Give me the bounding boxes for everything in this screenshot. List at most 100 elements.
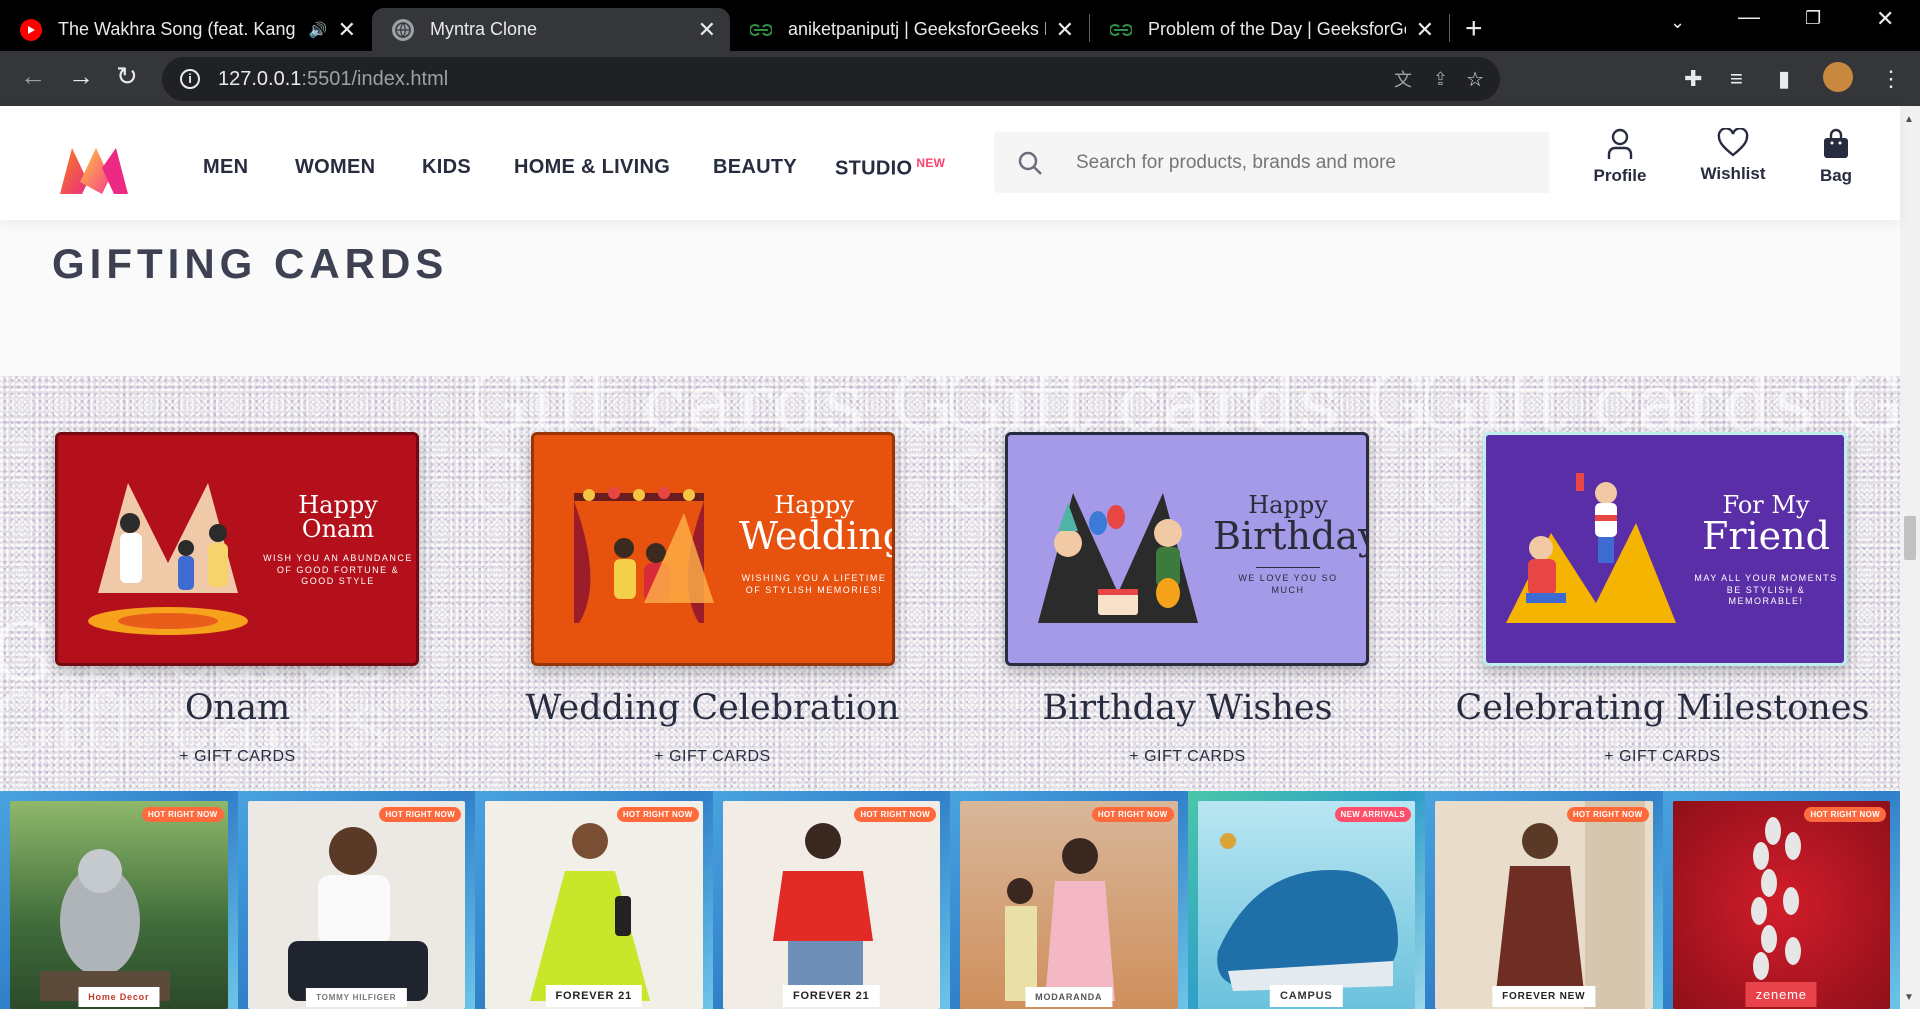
card-tagline: WISH YOU AN ABUNDANCE OF GOOD FORTUNE & … <box>263 553 413 587</box>
scroll-down-arrow-icon[interactable]: ▼ <box>1904 992 1914 1003</box>
glitter-watermark: G <box>1425 436 1479 529</box>
gift-card-tile-onam[interactable]: Gift cards Gift cards Happy Onam WISH YO… <box>0 376 475 791</box>
bag-button[interactable]: Bag <box>1791 128 1881 186</box>
nav-beauty[interactable]: BEAUTY <box>713 156 797 179</box>
page-scrollbar[interactable]: ▲ ▼ <box>1900 106 1920 1009</box>
product-image <box>485 801 703 1009</box>
nav-men[interactable]: MEN <box>203 156 248 179</box>
url-path: :5501/index.html <box>301 67 449 90</box>
avatar[interactable] <box>1823 62 1853 92</box>
close-tab-icon[interactable]: ✕ <box>1056 17 1074 43</box>
tab-title: Myntra Clone <box>430 19 538 39</box>
search-input[interactable] <box>1066 132 1549 193</box>
card-greeting: Happy Wedding <box>739 493 895 558</box>
gift-card-title: Onam <box>184 688 291 728</box>
gift-card-subtitle: + GIFT CARDS <box>1604 748 1721 765</box>
nav-women[interactable]: WOMEN <box>295 156 375 179</box>
product-badge: HOT RIGHT NOW <box>141 807 224 822</box>
brand-label: Home Decor <box>78 987 160 1007</box>
tab-separator <box>1449 14 1450 42</box>
gift-card-subtitle: + GIFT CARDS <box>654 748 771 765</box>
profile-icon <box>1607 128 1633 159</box>
card-greeting: Happy Onam <box>263 493 413 541</box>
card-divider <box>1256 567 1320 568</box>
browser-toolbar: ← → ↻ i 127.0.0.1:5501/index.html 文 ⇪ ☆ … <box>0 51 1920 106</box>
gift-cards-row: Gift cards Gift cards Happy Onam WISH YO… <box>0 376 1900 791</box>
new-tab-button[interactable]: + <box>1465 12 1483 46</box>
share-icon[interactable]: ⇪ <box>1433 69 1448 90</box>
back-arrow-icon[interactable]: ← <box>20 61 46 92</box>
product-tile[interactable]: HOT RIGHT NOW TOMMY HILFIGER <box>237 791 475 1009</box>
address-bar[interactable]: i 127.0.0.1:5501/index.html 文 ⇪ ☆ <box>162 57 1500 101</box>
minimize-button[interactable]: — <box>1738 4 1760 30</box>
gift-card-subtitle: + GIFT CARDS <box>1129 748 1246 765</box>
product-image <box>247 801 465 1009</box>
tab-title: aniketpaniputj | GeeksforGeeks P <box>788 19 1046 39</box>
nav-studio[interactable]: STUDIO NEW <box>835 156 945 181</box>
browser-tab-myntra[interactable]: Myntra Clone ✕ <box>372 8 730 51</box>
glitter-watermark: G <box>950 436 1004 529</box>
product-tile[interactable]: HOT RIGHT NOW FOREVER NEW <box>1425 791 1663 1009</box>
tab-search-icon[interactable]: ⌄ <box>1670 12 1685 33</box>
bag-label: Bag <box>1819 166 1853 185</box>
gift-card-title: Birthday Wishes <box>1042 688 1333 728</box>
close-tab-icon[interactable]: ✕ <box>338 17 356 43</box>
brand-label: FOREVER 21 <box>783 985 880 1007</box>
friends-illustration <box>1506 473 1676 623</box>
gift-card-tile-wedding[interactable]: Gift cards G G Happy Wedding WISHING YOU … <box>475 376 950 791</box>
myntra-logo[interactable] <box>58 144 130 196</box>
product-badge: HOT RIGHT NOW <box>616 807 699 822</box>
card-tagline: MAY ALL YOUR MOMENTS BE STYLISH & MEMORA… <box>1694 573 1838 607</box>
brand-label: FOREVER NEW <box>1492 986 1596 1007</box>
product-tile[interactable]: HOT RIGHT NOW FOREVER 21 <box>712 791 950 1009</box>
site-header: MEN WOMEN KIDS HOME & LIVING BEAUTY STUD… <box>0 106 1900 220</box>
card-greeting-line2: Birthday <box>1213 514 1369 558</box>
translate-icon[interactable]: 文 <box>1394 66 1412 92</box>
heart-icon <box>1717 128 1749 157</box>
brand-label: zeneme <box>1745 982 1817 1007</box>
gift-card-image: Happy Birthday WE LOVE YOU SO MUCH <box>1005 432 1369 666</box>
wishlist-button[interactable]: Wishlist <box>1688 128 1778 184</box>
reload-icon[interactable]: ↻ <box>116 61 138 92</box>
gift-card-tile-birthday[interactable]: Gift cards G G Happy Birthday WE LOVE YOU… <box>950 376 1425 791</box>
bookmark-star-icon[interactable]: ☆ <box>1466 67 1484 92</box>
new-badge: NEW <box>916 156 946 170</box>
card-greeting-line1: Happy Onam <box>298 491 378 543</box>
wedding-illustration <box>574 487 714 623</box>
product-badge: HOT RIGHT NOW <box>1804 807 1886 822</box>
product-tile[interactable]: HOT RIGHT NOW zeneme <box>1662 791 1900 1009</box>
side-panel-icon[interactable]: ▮ <box>1778 66 1790 92</box>
browser-tab-gfg-profile[interactable]: aniketpaniputj | GeeksforGeeks P ✕ <box>730 8 1088 51</box>
product-image <box>1435 801 1653 1009</box>
restore-button[interactable]: ❐ <box>1805 8 1821 29</box>
browser-tab-gfg-potd[interactable]: Problem of the Day | GeeksforGe ✕ <box>1090 8 1448 51</box>
product-badge: NEW ARRIVALS <box>1334 807 1411 822</box>
search-icon[interactable] <box>994 150 1066 176</box>
glitter-watermark: G <box>475 436 529 529</box>
scrollbar-thumb[interactable] <box>1904 516 1916 560</box>
nav-kids[interactable]: KIDS <box>422 156 471 179</box>
birthday-illustration <box>1038 493 1198 623</box>
close-tab-icon[interactable]: ✕ <box>698 17 716 43</box>
more-menu-icon[interactable]: ⋮ <box>1880 66 1902 92</box>
forward-arrow-icon[interactable]: → <box>68 61 94 92</box>
media-controls-icon[interactable]: ≡ <box>1730 66 1743 92</box>
speaker-icon[interactable]: 🔊 <box>309 21 328 39</box>
product-tile[interactable]: HOT RIGHT NOW MODARANDA <box>950 791 1188 1009</box>
product-tile[interactable]: HOT RIGHT NOW FOREVER 21 <box>475 791 713 1009</box>
browser-tab-youtube[interactable]: The Wakhra Song (feat. Kang 🔊 ✕ <box>0 8 370 51</box>
product-tile[interactable]: NEW ARRIVALS CAMPUS <box>1187 791 1425 1009</box>
gift-card-tile-milestones[interactable]: Gift cards G G For My Friend MAY ALL YOUR… <box>1425 376 1900 791</box>
close-window-button[interactable]: ✕ <box>1876 6 1894 32</box>
close-tab-icon[interactable]: ✕ <box>1416 17 1434 43</box>
search-bar <box>994 132 1549 193</box>
site-info-icon[interactable]: i <box>180 69 200 89</box>
profile-button[interactable]: Profile <box>1575 128 1665 186</box>
extensions-icon[interactable]: ✚ <box>1684 66 1702 92</box>
brand-label: MODARANDA <box>1025 987 1113 1007</box>
product-image <box>960 801 1178 1009</box>
product-tile[interactable]: HOT RIGHT NOW Home Decor <box>0 791 238 1009</box>
nav-home-living[interactable]: HOME & LIVING <box>514 156 670 179</box>
card-greeting-line2: Wedding <box>739 514 895 558</box>
scroll-up-arrow-icon[interactable]: ▲ <box>1904 114 1914 125</box>
